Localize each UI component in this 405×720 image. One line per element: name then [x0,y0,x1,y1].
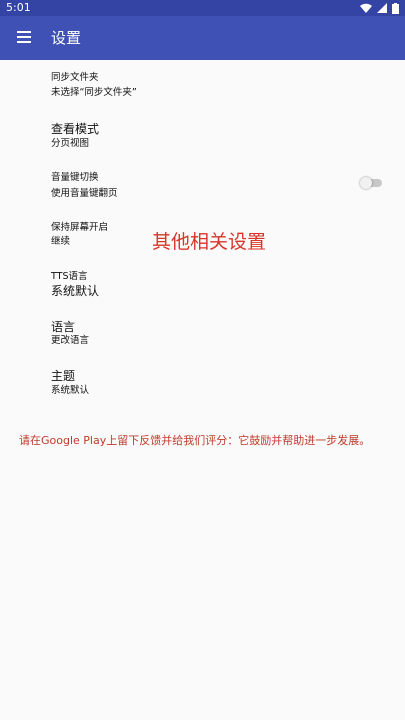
other-settings-label: 其他相关设置 [152,231,267,253]
menu-icon[interactable] [17,31,31,43]
setting-title: TTS语言 [51,271,88,282]
setting-title: 同步文件夹 [51,72,99,83]
setting-tts-language[interactable]: TTS语言 系统默认 [0,264,405,314]
status-time: 5:01 [6,1,31,14]
signal-icon [377,3,387,13]
status-bar: 5:01 [0,0,405,16]
setting-subtitle: 系统默认 [51,284,100,298]
status-icons [360,2,399,14]
setting-title: 音量键切换 [51,172,99,183]
setting-subtitle: 分页视图 [51,138,90,149]
app-bar: 设置 [0,16,405,60]
setting-title: 保持屏幕开启 [51,222,109,233]
setting-view-mode[interactable]: 查看模式 分页视图 [0,110,405,162]
setting-subtitle: 继续 [51,236,71,247]
setting-volume-key[interactable]: 音量键切换 使用音量键翻页 [0,162,405,212]
setting-subtitle: 更改语言 [51,335,90,346]
feedback-link[interactable]: 请在Google Play上留下反馈并给我们评分：它鼓励并帮助进一步发展。 [19,432,370,448]
toggle-thumb [360,177,372,189]
volume-key-toggle[interactable] [360,177,382,189]
battery-icon [392,2,399,14]
setting-subtitle: 使用音量键翻页 [51,188,118,199]
wifi-icon [360,3,372,13]
setting-subtitle: 未选择“同步文件夹” [51,87,137,98]
page-title: 设置 [51,29,82,47]
setting-subtitle: 系统默认 [51,385,90,396]
setting-sync-folder[interactable]: 同步文件夹 未选择“同步文件夹” [0,60,405,110]
setting-language[interactable]: 语言 更改语言 [0,314,405,364]
setting-theme[interactable]: 主题 系统默认 [0,364,405,414]
